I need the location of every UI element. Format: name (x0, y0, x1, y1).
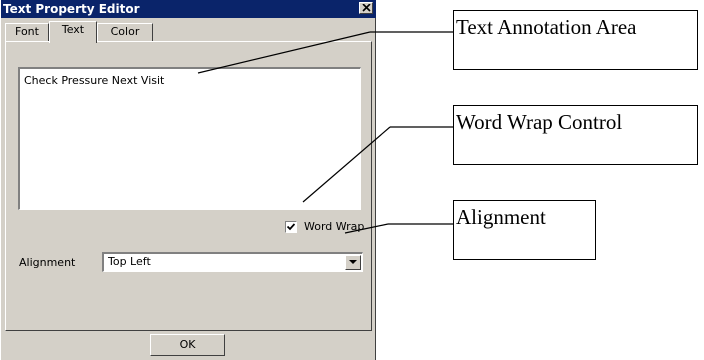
tab-text-label: Text (61, 23, 85, 36)
tab-text[interactable]: Text (49, 21, 97, 43)
callout-word-wrap-control: Word Wrap Control (453, 105, 698, 165)
leader-line-text-area (197, 31, 371, 74)
callout-word-wrap-control-label: Word Wrap Control (456, 110, 623, 134)
leader-line-alignment (344, 223, 389, 234)
callout-alignment: Alignment (453, 200, 596, 260)
callout-alignment-label: Alignment (456, 205, 546, 229)
leader-line-word-wrap (302, 126, 391, 203)
callout-text-annotation-area-label: Text Annotation Area (456, 15, 637, 39)
callout-text-annotation-area: Text Annotation Area (453, 10, 698, 70)
